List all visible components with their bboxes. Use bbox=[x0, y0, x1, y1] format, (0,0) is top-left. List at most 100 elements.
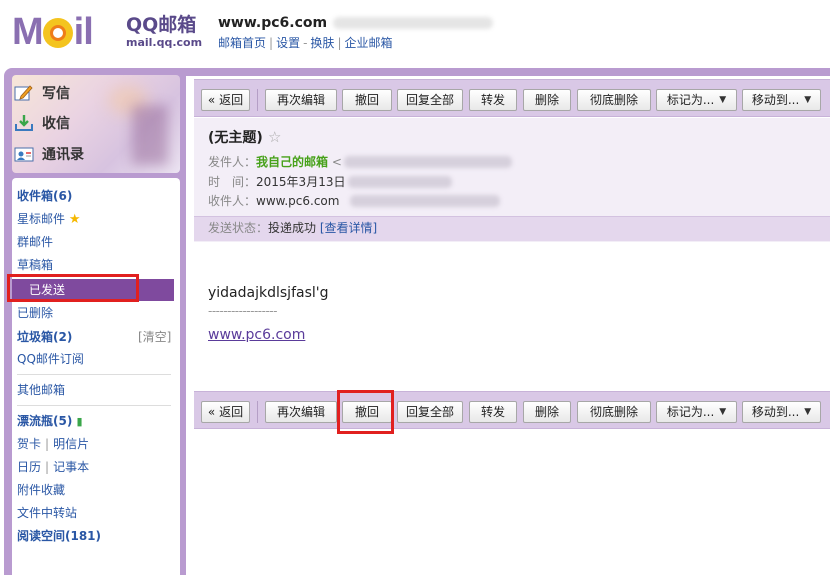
pencil-icon bbox=[14, 84, 34, 102]
back-button[interactable]: « 返回 bbox=[201, 89, 250, 111]
signature-divider: ------------------ bbox=[208, 304, 277, 318]
folder-cards[interactable]: 贺卡 bbox=[17, 437, 41, 451]
move-to-dropdown[interactable]: 移动到... ▼ bbox=[742, 89, 821, 111]
move-to-label: 移动到... bbox=[751, 93, 800, 107]
compose-label: 写信 bbox=[42, 86, 70, 102]
logo-letter-m: M bbox=[12, 11, 44, 53]
toolbar-separator bbox=[257, 89, 258, 111]
compose-button[interactable]: 写信 bbox=[14, 83, 70, 103]
message-subject: (无主题) bbox=[208, 130, 263, 146]
star-icon: ★ bbox=[68, 212, 81, 227]
recall-button[interactable]: 撤回 bbox=[342, 89, 392, 111]
delivery-status: 发送状态：投递成功 [查看详情] bbox=[208, 220, 377, 236]
spam-clear-link[interactable]: [清空] bbox=[138, 329, 171, 345]
move-to-dropdown[interactable]: 移动到... ▼ bbox=[742, 401, 821, 423]
folder-deleted[interactable]: 已删除 bbox=[17, 305, 53, 321]
folder-transfer[interactable]: 文件中转站 bbox=[17, 505, 77, 521]
recipient-label: 收件人： bbox=[208, 194, 257, 208]
contacts-label: 通讯录 bbox=[42, 147, 84, 163]
mark-as-label: 标记为... bbox=[666, 405, 715, 419]
account-name: www.pc6.com bbox=[218, 15, 328, 31]
folder-attachments[interactable]: 附件收藏 bbox=[17, 482, 65, 498]
forward-button[interactable]: 转发 bbox=[469, 401, 517, 423]
status-details-link[interactable]: [查看详情] bbox=[320, 221, 377, 235]
link-skin[interactable]: 换肤 bbox=[310, 36, 334, 50]
status-value: 投递成功 bbox=[268, 221, 317, 235]
folder-calendar[interactable]: 日历 bbox=[17, 460, 41, 474]
folder-reading[interactable]: 阅读空间(181) bbox=[17, 528, 101, 544]
forward-button[interactable]: 转发 bbox=[469, 89, 517, 111]
header: M il QQ邮箱 mail.qq.com www.pc6.com 邮箱首页 | 设… bbox=[0, 0, 830, 68]
account-info: www.pc6.com 邮箱首页 | 设置 - 换肤 | 企业邮箱 bbox=[218, 14, 494, 54]
logo-brand: QQ邮箱 bbox=[126, 14, 197, 36]
contacts-button[interactable]: 通讯录 bbox=[14, 144, 84, 164]
sidebar-decoration-tree bbox=[132, 105, 168, 165]
reply-all-button[interactable]: 回复全部 bbox=[397, 89, 463, 111]
chevron-down-icon: ▼ bbox=[804, 407, 812, 417]
delete-forever-button[interactable]: 彻底删除 bbox=[577, 401, 651, 423]
delete-forever-button[interactable]: 彻底删除 bbox=[577, 89, 651, 111]
move-to-label: 移动到... bbox=[751, 405, 800, 419]
toolbar-top: « 返回 再次编辑 撤回 回复全部 转发 删除 彻底删除 标记为... ▼ 移动到… bbox=[194, 79, 830, 117]
star-outline-icon[interactable]: ☆ bbox=[268, 128, 281, 146]
folder-subscriptions[interactable]: QQ邮件订阅 bbox=[17, 351, 84, 367]
contacts-card-icon bbox=[14, 145, 34, 163]
folder-other[interactable]: 其他邮箱 bbox=[17, 382, 65, 398]
delete-button[interactable]: 删除 bbox=[523, 89, 571, 111]
time-label: 时 间： bbox=[208, 175, 257, 189]
recipient-value[interactable]: www.pc6.com bbox=[256, 194, 339, 208]
logo-qq-icon bbox=[42, 18, 73, 48]
folder-notes[interactable]: 记事本 bbox=[53, 460, 89, 474]
inbox-download-icon bbox=[14, 114, 34, 132]
link-settings[interactable]: 设置 bbox=[276, 36, 300, 50]
sender-label: 发件人： bbox=[208, 155, 257, 169]
recipient-row: 收件人：www.pc6.com bbox=[208, 193, 339, 209]
account-address: www.pc6.com bbox=[218, 14, 494, 32]
logo-domain: mail.qq.com bbox=[126, 36, 203, 49]
reedit-button[interactable]: 再次编辑 bbox=[265, 401, 337, 423]
mark-as-label: 标记为... bbox=[666, 93, 715, 107]
back-button[interactable]: « 返回 bbox=[201, 401, 250, 423]
folder-spam[interactable]: 垃圾箱(2) bbox=[17, 329, 72, 345]
header-links: 邮箱首页 | 设置 - 换肤 | 企业邮箱 bbox=[218, 36, 393, 50]
highlight-sent-folder bbox=[7, 274, 139, 302]
link-enterprise-mail[interactable]: 企业邮箱 bbox=[344, 36, 392, 50]
sender-email-blurred bbox=[344, 156, 512, 168]
receive-label: 收信 bbox=[42, 116, 70, 132]
main-top-strip bbox=[186, 68, 830, 76]
message-body-text: yidadajkdlsjfasl'g bbox=[208, 285, 329, 301]
folder-cards-row: 贺卡 | 明信片 bbox=[17, 437, 90, 451]
reedit-button[interactable]: 再次编辑 bbox=[265, 89, 337, 111]
reply-all-button[interactable]: 回复全部 bbox=[397, 401, 463, 423]
sender-bracket: < bbox=[331, 155, 342, 169]
bottle-icon: ▮ bbox=[76, 415, 83, 428]
qq-mail-window: M il QQ邮箱 mail.qq.com www.pc6.com 邮箱首页 | 设… bbox=[0, 0, 830, 575]
logo-letters-il: il bbox=[73, 11, 94, 53]
folder-postcards[interactable]: 明信片 bbox=[53, 437, 89, 451]
mark-as-dropdown[interactable]: 标记为... ▼ bbox=[656, 401, 737, 423]
time-row: 时 间：2015年3月13日 bbox=[208, 174, 345, 190]
qq-mail-logo[interactable]: M il bbox=[12, 11, 94, 53]
link-mail-home[interactable]: 邮箱首页 bbox=[218, 36, 266, 50]
folder-drafts[interactable]: 草稿箱 bbox=[17, 257, 53, 273]
receive-mail-button[interactable]: 收信 bbox=[14, 113, 70, 133]
time-blurred bbox=[348, 176, 452, 188]
folder-starred-label: 星标邮件 bbox=[17, 212, 66, 226]
time-value: 2015年3月13日 bbox=[256, 175, 346, 189]
message-body-link[interactable]: www.pc6.com bbox=[208, 326, 305, 344]
folder-starred[interactable]: 星标邮件 ★ bbox=[17, 211, 81, 228]
sender-name[interactable]: 我自己的邮箱 bbox=[256, 155, 328, 169]
delete-button[interactable]: 删除 bbox=[523, 401, 571, 423]
toolbar-separator bbox=[257, 401, 258, 423]
toolbar-bottom: « 返回 再次编辑 撤回 回复全部 转发 删除 彻底删除 标记为... ▼ 移动到… bbox=[194, 391, 830, 429]
folder-bottle-label: 漂流瓶(5) bbox=[17, 414, 73, 428]
folder-divider bbox=[17, 405, 171, 406]
mark-as-dropdown[interactable]: 标记为... ▼ bbox=[656, 89, 737, 111]
sender-row: 发件人：我自己的邮箱 < bbox=[208, 154, 342, 170]
folder-inbox[interactable]: 收件箱(6) bbox=[17, 188, 72, 204]
logo-text: QQ邮箱 mail.qq.com bbox=[126, 14, 202, 50]
folder-group[interactable]: 群邮件 bbox=[17, 234, 53, 250]
chevron-down-icon: ▼ bbox=[804, 95, 812, 105]
chevron-down-icon: ▼ bbox=[719, 95, 727, 105]
folder-bottle[interactable]: 漂流瓶(5) ▮ bbox=[17, 413, 83, 430]
